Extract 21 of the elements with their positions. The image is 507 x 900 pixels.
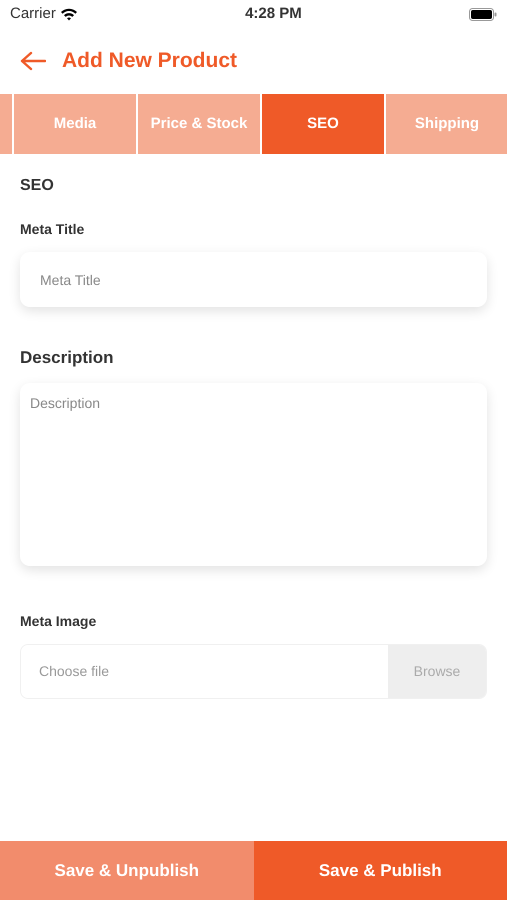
wifi-icon — [60, 7, 78, 21]
input-field[interactable]: Meta Title — [20, 252, 487, 307]
tab[interactable]: Price & Stock — [138, 94, 260, 154]
back-icon[interactable] — [20, 51, 46, 71]
unpublish-button[interactable]: Save & Unpublish — [0, 841, 254, 900]
tab[interactable]: Media — [14, 94, 136, 154]
tab[interactable]: SEO — [262, 94, 384, 154]
file-placeholder: Choose file — [39, 662, 110, 680]
page-title: Add New Product — [62, 48, 238, 74]
text-area[interactable]: Description — [20, 382, 487, 566]
file-input[interactable]: Choose file Browse — [20, 644, 487, 698]
battery-icon — [468, 8, 497, 20]
tab[interactable]: Shipping — [386, 94, 507, 154]
publish-button[interactable]: Save & Publish — [254, 841, 507, 900]
section-title: SEO — [20, 176, 55, 196]
browse-button[interactable]: Browse — [388, 644, 486, 698]
field-label: Meta Image — [20, 612, 96, 631]
clock: 4:28 PM — [245, 4, 302, 24]
field-label: Meta Title — [20, 220, 84, 239]
field-label: Description — [20, 347, 114, 369]
carrier-label: Carrier — [10, 4, 56, 24]
